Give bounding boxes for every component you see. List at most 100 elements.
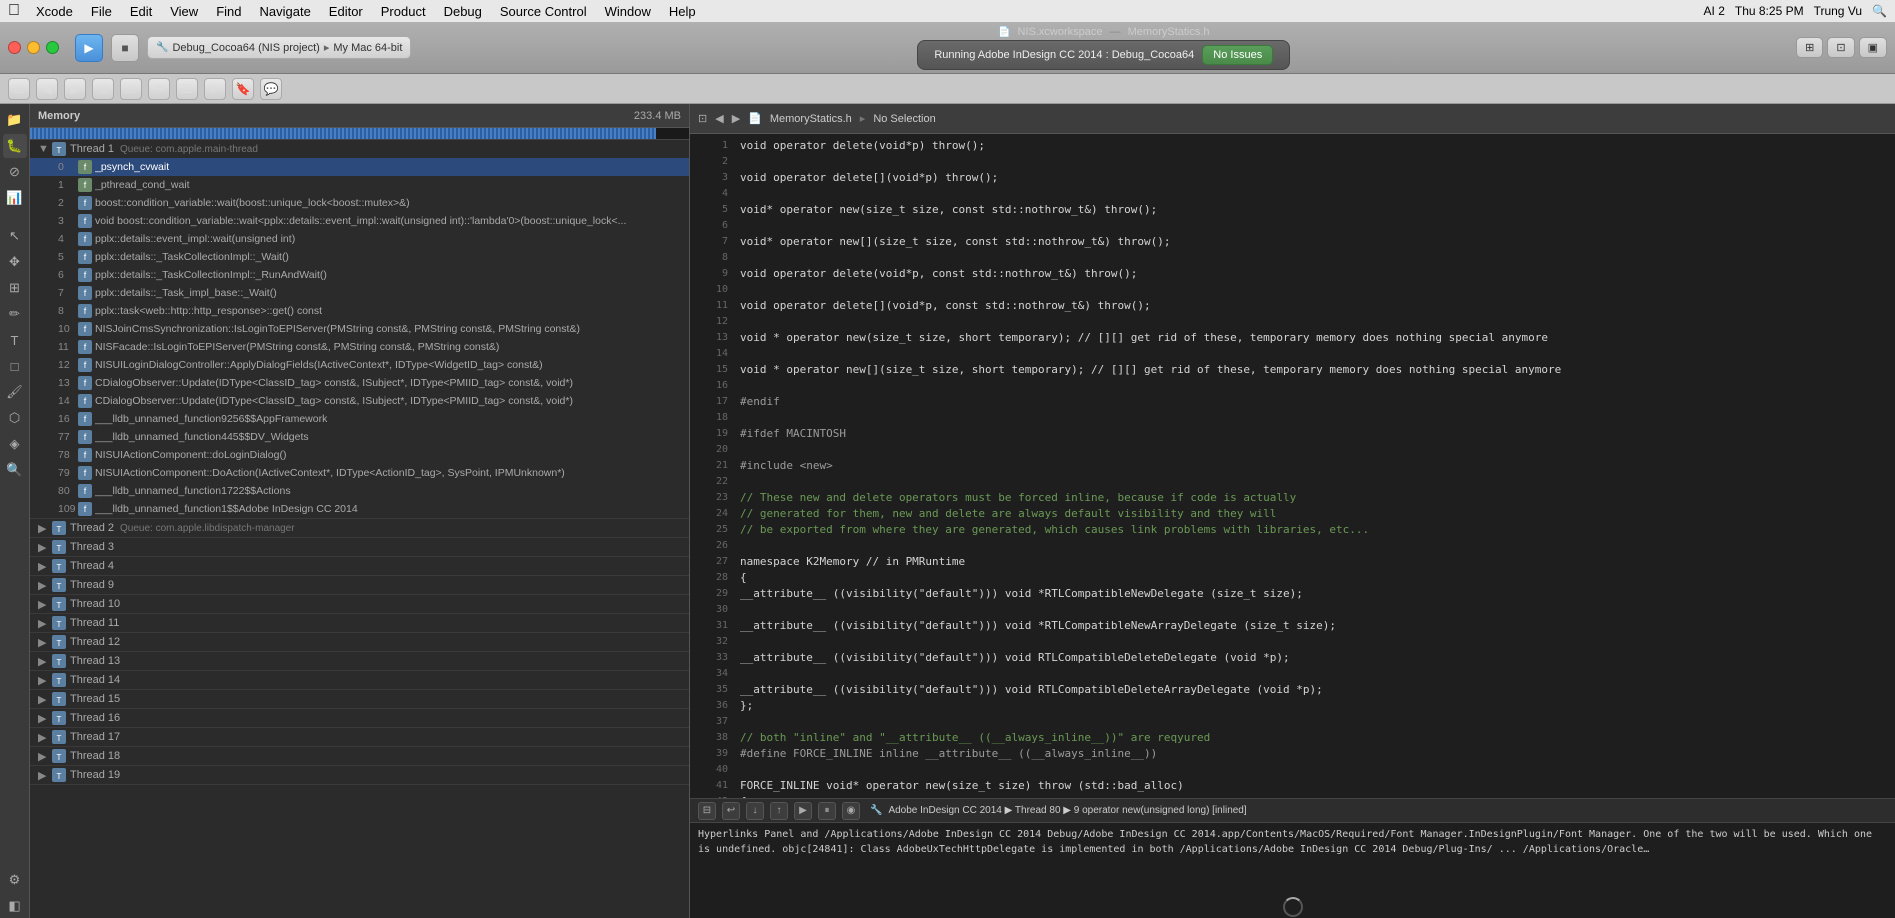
thread-2-header[interactable]: ▶ T Thread 2 Queue: com.apple.libdispatc… <box>30 519 689 537</box>
grid-view-btn[interactable]: ⊞ <box>92 78 114 100</box>
thread-13-header[interactable]: ▶ T Thread 13 <box>30 652 689 670</box>
console-output[interactable]: Hyperlinks Panel and /Applications/Adobe… <box>690 823 1895 918</box>
frame-row-109[interactable]: 109 f ___lldb_unnamed_function1$$Adobe I… <box>30 500 689 518</box>
console-step-in[interactable]: ↓ <box>746 802 764 820</box>
thread-2-queue: Queue: com.apple.libdispatch-manager <box>120 523 295 534</box>
menu-navigate[interactable]: Navigate <box>251 2 318 21</box>
frame-row-5[interactable]: 5 f pplx::details::_TaskCollectionImpl::… <box>30 248 689 266</box>
thread-list[interactable]: ▼ T Thread 1 Queue: com.apple.main-threa… <box>30 140 689 918</box>
thread-18-header[interactable]: ▶ T Thread 18 <box>30 747 689 765</box>
stop-button[interactable]: ■ <box>111 34 139 62</box>
console-pause[interactable]: ⏸ <box>818 802 836 820</box>
sidebar-icon-fill[interactable]: ◈ <box>3 432 27 456</box>
breadcrumb-file[interactable]: MemoryStatics.h <box>770 113 852 125</box>
frame-row-78[interactable]: 78 f NISUIActionComponent::doLoginDialog… <box>30 446 689 464</box>
frame-row-7[interactable]: 7 f pplx::details::_Task_impl_base::_Wai… <box>30 284 689 302</box>
thread-17-header[interactable]: ▶ T Thread 17 <box>30 728 689 746</box>
frame-row-14[interactable]: 14 f CDialogObserver::Update(IDType<Clas… <box>30 392 689 410</box>
breadcrumb-selection[interactable]: No Selection <box>873 113 935 125</box>
sidebar-icon-settings[interactable]: ⚙ <box>3 868 27 892</box>
frame-row-10[interactable]: 10 f NISJoinCmsSynchronization::IsLoginT… <box>30 320 689 338</box>
frame-row-0[interactable]: 0 f _psynch_cvwait <box>30 158 689 176</box>
menubar:  Xcode File Edit View Find Navigate Edi… <box>0 0 1895 22</box>
inspector-button[interactable]: ▣ <box>1859 37 1887 58</box>
frame-row-2[interactable]: 2 f boost::condition_variable::wait(boos… <box>30 194 689 212</box>
frame-row-3[interactable]: 3 f void boost::condition_variable::wait… <box>30 212 689 230</box>
frame-row-1[interactable]: 1 f _pthread_cond_wait <box>30 176 689 194</box>
menu-find[interactable]: Find <box>208 2 249 21</box>
frame-row-8[interactable]: 8 f pplx::task<web::http::http_response>… <box>30 302 689 320</box>
sidebar-icon-layers[interactable]: ◧ <box>3 894 27 918</box>
menu-debug[interactable]: Debug <box>436 2 490 21</box>
code-content[interactable]: 1void operator delete(void*p) throw();23… <box>690 134 1895 798</box>
menu-window[interactable]: Window <box>597 2 659 21</box>
thread-12-header[interactable]: ▶ T Thread 12 <box>30 633 689 651</box>
menu-edit[interactable]: Edit <box>122 2 160 21</box>
menu-source-control[interactable]: Source Control <box>492 2 595 21</box>
sidebar-icon-draw[interactable]: ✏ <box>3 302 27 326</box>
frame-row-16[interactable]: 16 f ___lldb_unnamed_function9256$$AppFr… <box>30 410 689 428</box>
sidebar-icon-text[interactable]: T <box>3 328 27 352</box>
frame-row-12[interactable]: 12 f NISUILoginDialogController::ApplyDi… <box>30 356 689 374</box>
frame-row-79[interactable]: 79 f NISUIActionComponent::DoAction(IAct… <box>30 464 689 482</box>
frame-row-6[interactable]: 6 f pplx::details::_TaskCollectionImpl::… <box>30 266 689 284</box>
menu-view[interactable]: View <box>162 2 206 21</box>
chat-btn[interactable]: 💬 <box>260 78 282 100</box>
menu-xcode[interactable]: Xcode <box>28 2 81 21</box>
console-breakpoint[interactable]: ◉ <box>842 802 860 820</box>
sidebar-icon-breakpoints[interactable]: ⊘ <box>3 160 27 184</box>
sidebar-icon-rulers[interactable]: ⊞ <box>3 276 27 300</box>
thread-10-header[interactable]: ▶ T Thread 10 <box>30 595 689 613</box>
thread-4-header[interactable]: ▶ T Thread 4 <box>30 557 689 575</box>
list-btn[interactable]: ☰ <box>176 78 198 100</box>
thread-15-header[interactable]: ▶ T Thread 15 <box>30 690 689 708</box>
apple-menu-icon[interactable]:  <box>8 2 20 20</box>
frame-row-80[interactable]: 80 f ___lldb_unnamed_function1722$$Actio… <box>30 482 689 500</box>
sidebar-icon-cursor[interactable]: ↖ <box>3 224 27 248</box>
warning-btn[interactable]: ⚠ <box>120 78 142 100</box>
thread-11-header[interactable]: ▶ T Thread 11 <box>30 614 689 632</box>
frame-row-11[interactable]: 11 f NISFacade::IsLoginToEPIServer(PMStr… <box>30 338 689 356</box>
bookmark-btn[interactable]: 🔖 <box>232 78 254 100</box>
sidebar-icon-folder[interactable]: 📁 <box>3 108 27 132</box>
minimize-button[interactable] <box>27 41 40 54</box>
console-continue[interactable]: ▶ <box>794 802 812 820</box>
frame-row-4[interactable]: 4 f pplx::details::event_impl::wait(unsi… <box>30 230 689 248</box>
sidebar-icon-zoom[interactable]: 🔍 <box>3 458 27 482</box>
line-number-23: 24 <box>698 506 728 522</box>
sidebar-icon-stamp[interactable]: ⬡ <box>3 406 27 430</box>
thread-19-header[interactable]: ▶ T Thread 19 <box>30 766 689 784</box>
thread-14-header[interactable]: ▶ T Thread 14 <box>30 671 689 689</box>
sidebar-icon-debug[interactable]: 🐛 <box>3 134 27 158</box>
sidebar-icon-paint[interactable]: 🖌 <box>3 380 27 404</box>
menu-product[interactable]: Product <box>373 2 434 21</box>
thread-9-header[interactable]: ▶ T Thread 9 <box>30 576 689 594</box>
menu-editor[interactable]: Editor <box>321 2 371 21</box>
sidebar-icon-shape[interactable]: □ <box>3 354 27 378</box>
close-button[interactable] <box>8 41 21 54</box>
sidebar-icon-report[interactable]: 📊 <box>3 186 27 210</box>
sidebar-icon-pan[interactable]: ✥ <box>3 250 27 274</box>
thread-3-header[interactable]: ▶ T Thread 3 <box>30 538 689 556</box>
debug-area-toggle[interactable]: ⊟ <box>8 78 30 100</box>
maximize-button[interactable] <box>46 41 59 54</box>
search-icon[interactable]: 🔍 <box>1872 4 1887 18</box>
menu-file[interactable]: File <box>83 2 120 21</box>
console-step-out[interactable]: ↑ <box>770 802 788 820</box>
flag-btn[interactable]: ⚑ <box>148 78 170 100</box>
frame-row-77[interactable]: 77 f ___lldb_unnamed_function445$$DV_Wid… <box>30 428 689 446</box>
menu-help[interactable]: Help <box>661 2 704 21</box>
view-toggle-button[interactable]: ⊞ <box>1796 37 1823 58</box>
console-step-over[interactable]: ↩ <box>722 802 740 820</box>
thread-1-header[interactable]: ▼ T Thread 1 Queue: com.apple.main-threa… <box>30 140 689 158</box>
back-button[interactable]: ◀ <box>36 78 58 100</box>
thread-16-header[interactable]: ▶ T Thread 16 <box>30 709 689 727</box>
scheme-selector[interactable]: 🔧 Debug_Cocoa64 (NIS project) ▸ My Mac 6… <box>147 36 411 59</box>
forward-button[interactable]: ▶ <box>64 78 86 100</box>
run-button[interactable]: ▶ <box>75 34 103 62</box>
sort-btn[interactable]: ⊳ <box>204 78 226 100</box>
thread-label: Thread 15 <box>70 693 120 705</box>
console-toggle-btn[interactable]: ⊟ <box>698 802 716 820</box>
frame-row-13[interactable]: 13 f CDialogObserver::Update(IDType<Clas… <box>30 374 689 392</box>
layout-button[interactable]: ⊡ <box>1827 37 1854 58</box>
